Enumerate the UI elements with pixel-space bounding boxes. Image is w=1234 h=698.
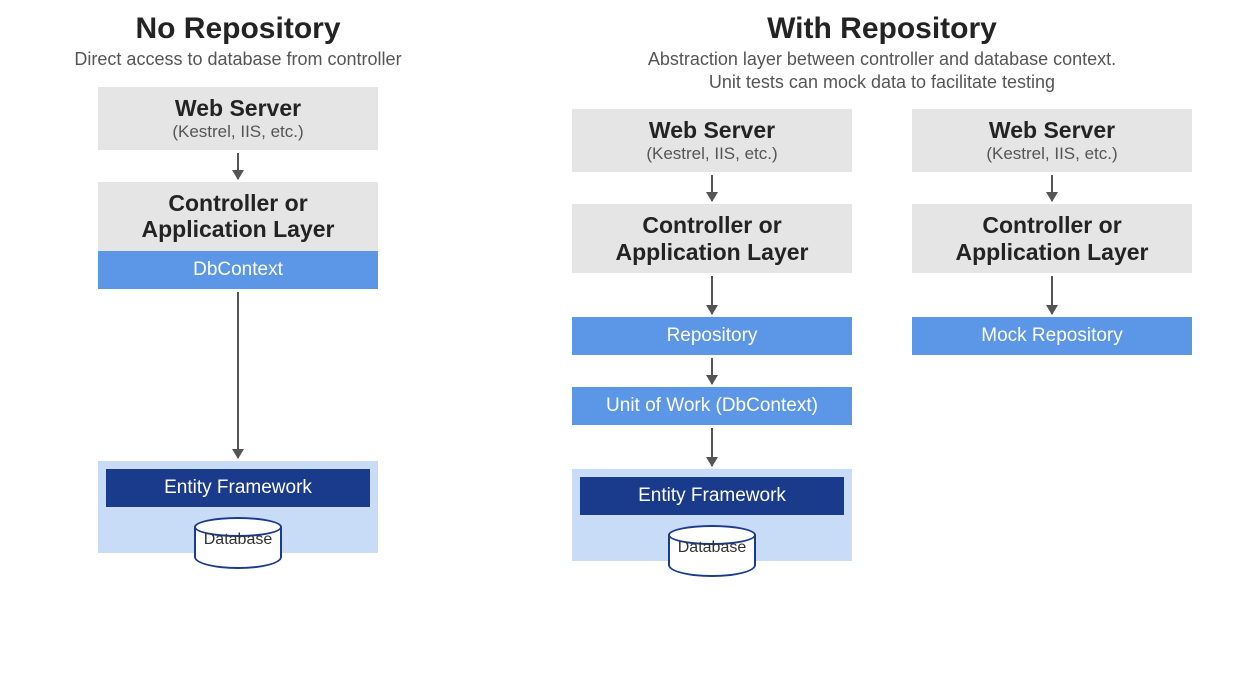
left-subtitle: Direct access to database from controlle… [74,48,401,71]
controller-box: Controller or Application Layer [572,204,852,273]
left-column: Web Server (Kestrel, IIS, etc.) Controll… [98,87,378,553]
left-side: No Repository Direct access to database … [18,10,458,698]
arrow-down-icon [1051,175,1053,201]
unit-of-work-box: Unit of Work (DbContext) [572,387,852,425]
arrow-down-icon [1051,276,1053,314]
ef-database-box: Entity Framework Database [98,461,378,553]
dbcontext-box: DbContext [98,251,378,289]
web-server-subtitle: (Kestrel, IIS, etc.) [580,144,844,164]
right-subtitle-line1: Abstraction layer between controller and… [648,49,1116,69]
controller-line1: Controller or [106,190,370,216]
arrow-down-icon [237,292,239,458]
controller-line2: Application Layer [920,239,1184,265]
controller-line2: Application Layer [580,239,844,265]
web-server-subtitle: (Kestrel, IIS, etc.) [106,122,370,142]
controller-box: Controller or Application Layer [98,182,378,251]
entity-framework-label: Entity Framework [106,469,370,507]
right-title: With Repository [767,12,997,46]
web-server-subtitle: (Kestrel, IIS, etc.) [920,144,1184,164]
right-subtitle: Abstraction layer between controller and… [648,48,1116,93]
mock-repository-box: Mock Repository [912,317,1192,355]
arrow-down-icon [711,358,713,384]
arrow-down-icon [711,428,713,466]
right-column-real: Web Server (Kestrel, IIS, etc.) Controll… [572,109,852,561]
ef-database-box: Entity Framework Database [572,469,852,561]
database-label: Database [678,539,747,557]
right-subtitle-line2: Unit tests can mock data to facilitate t… [709,72,1055,92]
web-server-box: Web Server (Kestrel, IIS, etc.) [912,109,1192,172]
controller-line2: Application Layer [106,216,370,242]
diagram-canvas: No Repository Direct access to database … [0,0,1234,698]
entity-framework-label: Entity Framework [580,477,844,515]
database-label: Database [204,531,273,549]
controller-line1: Controller or [580,212,844,238]
arrow-down-icon [711,175,713,201]
web-server-box: Web Server (Kestrel, IIS, etc.) [98,87,378,150]
arrow-down-icon [237,153,239,179]
web-server-title: Web Server [920,117,1184,143]
left-title: No Repository [135,12,340,46]
controller-line1: Controller or [920,212,1184,238]
arrow-down-icon [711,276,713,314]
right-columns: Web Server (Kestrel, IIS, etc.) Controll… [548,109,1216,561]
repository-box: Repository [572,317,852,355]
right-column-mock: Web Server (Kestrel, IIS, etc.) Controll… [912,109,1192,561]
web-server-title: Web Server [580,117,844,143]
web-server-box: Web Server (Kestrel, IIS, etc.) [572,109,852,172]
web-server-title: Web Server [106,95,370,121]
controller-box: Controller or Application Layer [912,204,1192,273]
right-side: With Repository Abstraction layer betwee… [548,10,1216,698]
